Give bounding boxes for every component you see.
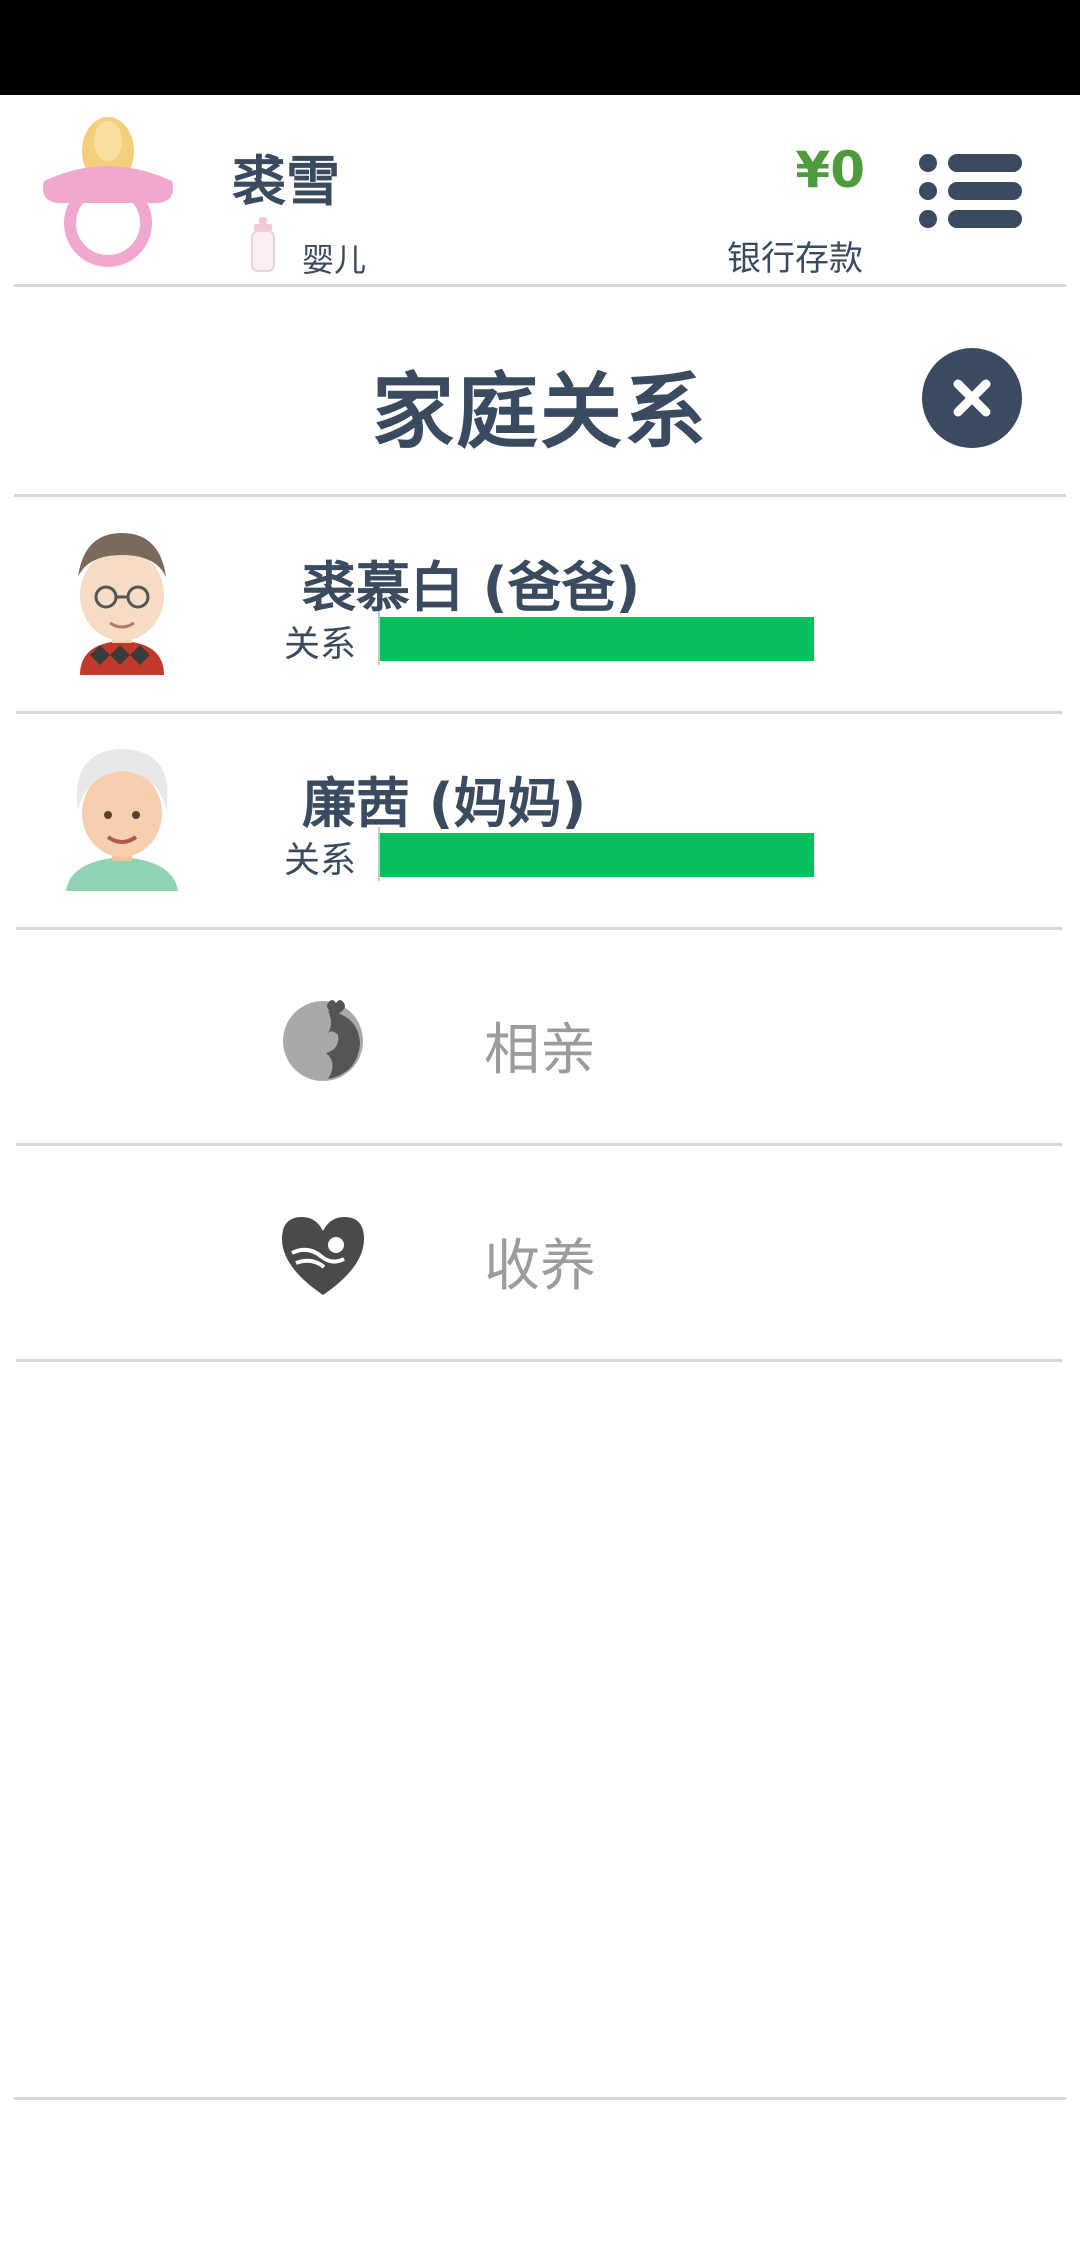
relationship-bar-label: 关系 [284, 624, 357, 665]
relationship-bar [380, 617, 814, 661]
character-name: 裘雪 [232, 150, 340, 213]
relationship-bar [380, 833, 814, 877]
close-button[interactable] [922, 348, 1022, 448]
divider [16, 1359, 1062, 1362]
menu-icon[interactable] [918, 151, 1024, 231]
bottom-divider [14, 2097, 1066, 2100]
bank-balance: ¥0 [795, 141, 865, 199]
relation-row-father[interactable]: 裘慕白 (爸爸) 关系 [16, 497, 1062, 711]
divider [14, 284, 1066, 287]
adopt-label: 收养 [484, 1234, 596, 1299]
grandma-avatar-icon [66, 749, 178, 891]
dating-button[interactable]: 相亲 [16, 929, 1062, 1143]
status-bar [0, 0, 1080, 95]
close-icon [953, 379, 991, 417]
baby-bottle-icon [251, 217, 275, 272]
relationship-bar-fill [380, 833, 814, 877]
relation-name: 裘慕白 (爸爸) [302, 556, 641, 619]
relation-row-mother[interactable]: 廉茜 (妈妈) 关系 [16, 713, 1062, 927]
bank-balance-label: 银行存款 [727, 239, 863, 279]
page-title: 家庭关系 [371, 365, 708, 460]
adopt-button[interactable]: 收养 [16, 1145, 1062, 1359]
relationship-bar-label: 关系 [284, 840, 357, 881]
dating-couple-icon [283, 1000, 363, 1081]
adopt-heart-icon [282, 1217, 364, 1295]
relation-name: 廉茜 (妈妈) [302, 772, 587, 835]
header: 裘雪 婴儿 ¥0 银行存款 [0, 95, 1080, 285]
relationship-bar-fill [380, 617, 814, 661]
pacifier-icon [43, 117, 173, 267]
dating-label: 相亲 [484, 1018, 596, 1083]
life-stage-label: 婴儿 [302, 241, 367, 279]
grandpa-avatar-icon [78, 533, 166, 675]
